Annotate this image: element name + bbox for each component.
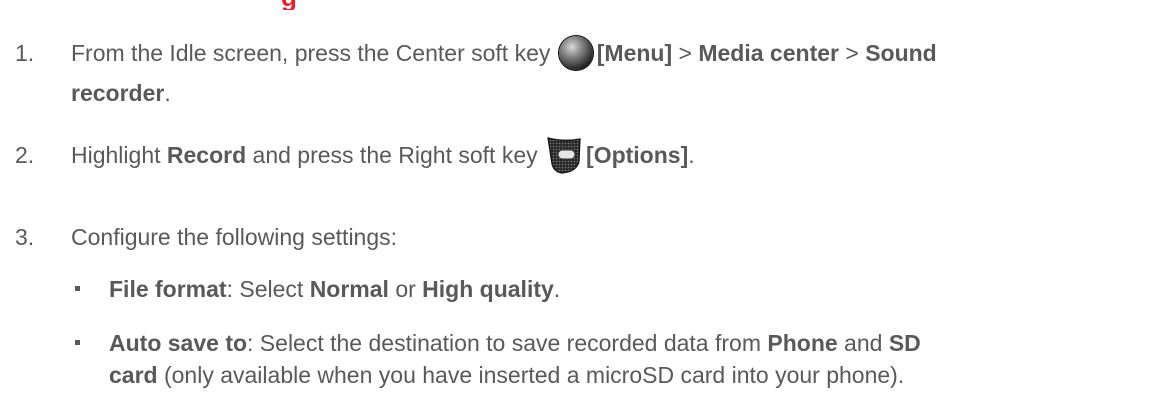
bullet-file-format: File format: Select Normal or High quali… xyxy=(109,270,560,310)
heading-fragment: g xyxy=(281,0,341,10)
bullet-2-line-2: card (only available when you have inser… xyxy=(109,362,905,388)
step-2: 2. Highlight Record and press the Right … xyxy=(15,136,1175,176)
step-1-line-2: recorder. xyxy=(71,80,171,106)
right-soft-key-icon xyxy=(547,137,581,174)
step-number: 1. xyxy=(15,40,35,66)
step-1-line-1: From the Idle screen, press the Center s… xyxy=(71,34,937,72)
step-2-text: Highlight Record and press the Right sof… xyxy=(71,136,695,174)
step-1: 1. From the Idle screen, press the Cente… xyxy=(15,34,1175,114)
bullet-marker xyxy=(75,340,80,345)
step-3-text: Configure the following settings: xyxy=(71,224,398,250)
step-number: 3. xyxy=(15,224,35,250)
step-3: 3. Configure the following settings: xyxy=(15,218,1175,258)
bullet-marker xyxy=(75,286,80,291)
center-soft-key-icon xyxy=(558,36,593,70)
bullet-auto-save: Auto save to: Select the destination to … xyxy=(109,324,921,404)
step-number: 2. xyxy=(15,142,35,168)
bullet-text: File format: Select Normal or High quali… xyxy=(109,276,561,302)
